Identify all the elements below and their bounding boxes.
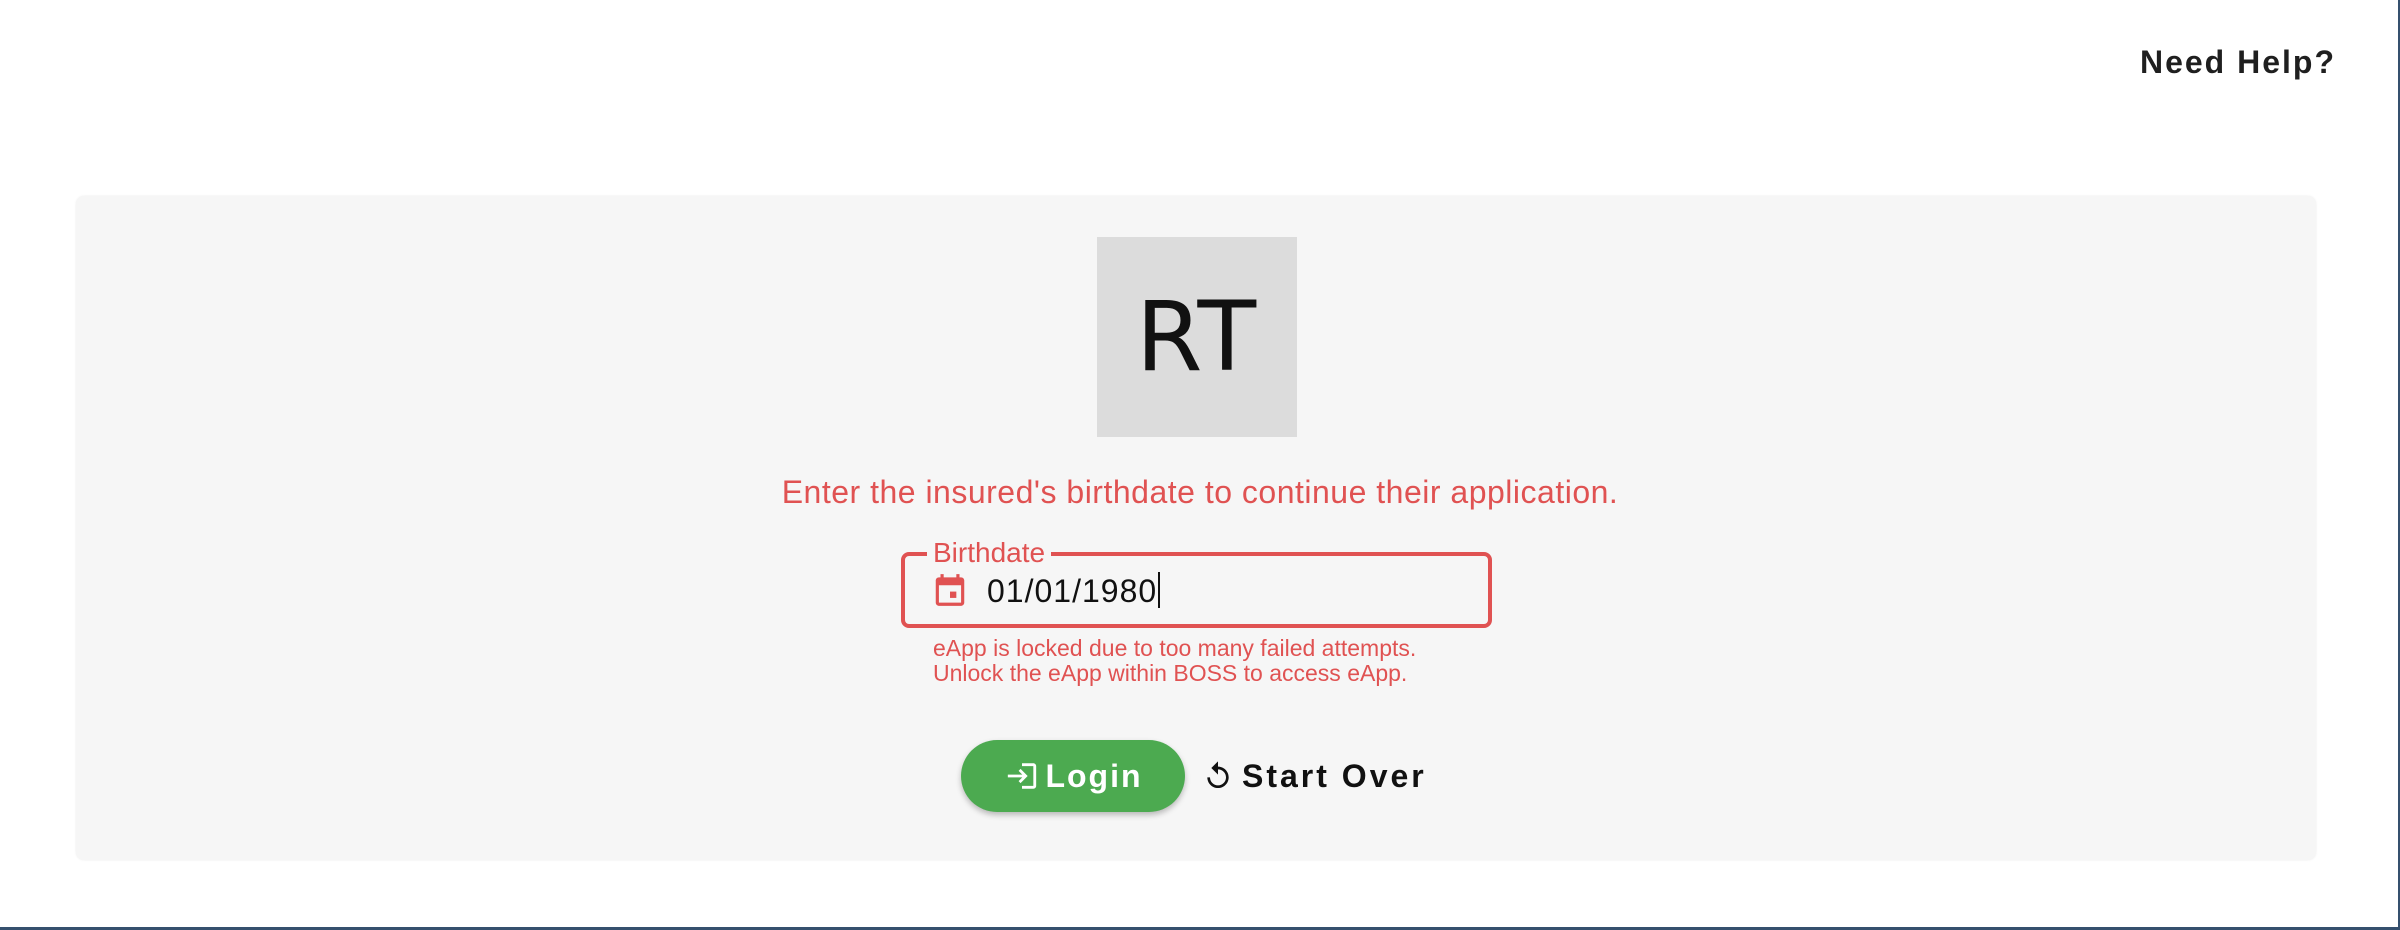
company-logo: RT bbox=[1097, 237, 1297, 437]
birthdate-label: Birthdate bbox=[927, 536, 1052, 570]
login-button[interactable]: Login bbox=[961, 740, 1185, 812]
login-label: Login bbox=[1045, 757, 1143, 794]
login-icon bbox=[1008, 763, 1037, 789]
refresh-icon bbox=[1207, 761, 1229, 788]
calendar-icon[interactable] bbox=[931, 570, 969, 610]
start-over-button[interactable]: Start Over bbox=[1202, 746, 1427, 806]
app-window: Need Help? RT Enter the insured's birthd… bbox=[0, 0, 2400, 930]
error-message: eApp is locked due to too many failed at… bbox=[933, 636, 1416, 686]
need-help-link[interactable]: Need Help? bbox=[2140, 44, 2336, 81]
logo-initials: RT bbox=[1135, 281, 1259, 393]
start-over-label: Start Over bbox=[1242, 757, 1427, 794]
birthdate-field[interactable]: Birthdate bbox=[901, 536, 1492, 628]
birthdate-input[interactable] bbox=[987, 566, 1467, 616]
error-line-unlock: Unlock the eApp within BOSS to access eA… bbox=[933, 660, 1408, 686]
birthdate-prompt: Enter the insured's birthdate to continu… bbox=[781, 474, 1619, 510]
error-line-locked: eApp is locked due to too many failed at… bbox=[933, 635, 1417, 661]
text-caret bbox=[1158, 572, 1160, 608]
